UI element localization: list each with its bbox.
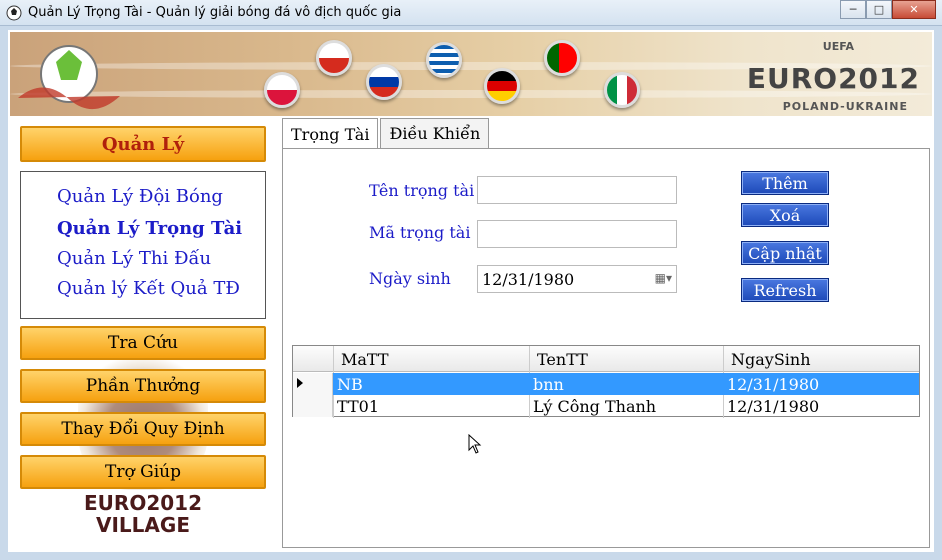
add-button[interactable]: Thêm [741,171,829,195]
update-button[interactable]: Cập nhật [741,241,829,265]
mouse-cursor-icon [468,434,482,454]
column-header-ngaysinh[interactable]: NgaySinh [731,350,811,369]
nav-header-quan-ly[interactable]: Quản Lý [20,126,266,162]
title-bar: Quản Lý Trọng Tài - Quản lý giải bóng đá… [0,0,942,26]
tra-cuu-button[interactable]: Tra Cứu [20,326,266,360]
column-header-tentt[interactable]: TenTT [537,350,588,369]
referee-name-input[interactable] [477,176,677,204]
tro-giup-button[interactable]: Trợ Giúp [20,455,266,489]
euro-village-logo: EURO2012 VILLAGE [78,492,208,544]
delete-button[interactable]: Xoá [741,203,829,227]
minimize-button[interactable]: ─ [840,0,866,19]
tab-trong-tai[interactable]: Trọng Tài [282,118,379,149]
village-line1: EURO2012 [84,491,202,515]
client-area: UEFA EURO2012 POLAND-UKRAINE Quản Lý Quả… [8,30,934,552]
portugal-flag-icon [544,40,580,76]
czech-flag-icon [316,40,352,76]
referee-tab-panel: Tên trọng tài Mã trọng tài Ngày sinh 12/… [282,148,930,548]
row-header[interactable] [293,373,333,395]
table-row[interactable]: TT01 Lý Công Thanh 12/31/1980 [333,395,919,417]
dob-label: Ngày sinh [369,269,451,288]
current-row-arrow-icon [297,378,303,388]
nav-links-box: Quản Lý Đội Bóng Quản Lý Trọng Tài Quản … [20,171,266,319]
app-icon [6,5,22,21]
column-header-matt[interactable]: MaTT [341,350,389,369]
thay-doi-quy-dinh-button[interactable]: Thay Đổi Quy Định [20,412,266,446]
cell-tentt[interactable]: bnn [533,375,564,394]
cell-matt[interactable]: NB [337,375,363,394]
dob-value: 12/31/1980 [482,270,575,289]
name-label: Tên trọng tài [369,181,475,200]
village-line2: VILLAGE [96,513,190,537]
cell-matt[interactable]: TT01 [337,397,379,416]
tab-strip: Trọng Tài Điều Khiển [282,118,491,149]
calendar-dropdown-icon[interactable]: ▦▾ [655,271,672,285]
germany-flag-icon [484,68,520,104]
window-frame: UEFA EURO2012 POLAND-UKRAINE Quản Lý Quả… [0,26,942,560]
italy-flag-icon [604,72,640,108]
dob-date-picker[interactable]: 12/31/1980 ▦▾ [477,265,677,293]
host-countries-label: POLAND-UKRAINE [782,100,908,113]
grid-header: MaTT TenTT NgaySinh [293,346,919,372]
euro-trophy-logo [18,45,120,110]
tab-dieu-khien[interactable]: Điều Khiển [380,118,490,148]
maximize-button[interactable]: □ [866,0,892,19]
uefa-label: UEFA [822,40,854,53]
nav-link-ket-qua[interactable]: Quản lý Kết Quả TĐ [57,278,240,299]
phan-thuong-button[interactable]: Phần Thưởng [20,369,266,403]
id-label: Mã trọng tài [369,223,471,242]
refresh-button[interactable]: Refresh [741,278,829,302]
row-header[interactable] [293,395,333,417]
cell-ngaysinh[interactable]: 12/31/1980 [727,397,819,416]
poland-flag-icon [264,72,300,108]
close-button[interactable]: ✕ [892,0,936,19]
nav-link-thi-dau[interactable]: Quản Lý Thi Đấu [57,248,211,269]
referee-id-input[interactable] [477,220,677,248]
nav-link-trong-tai[interactable]: Quản Lý Trọng Tài [57,218,242,239]
euro-banner: UEFA EURO2012 POLAND-UKRAINE [10,32,932,116]
table-row[interactable]: NB bnn 12/31/1980 [333,373,919,395]
cell-ngaysinh[interactable]: 12/31/1980 [727,375,819,394]
greece-flag-icon [426,42,462,78]
russia-flag-icon [366,64,402,100]
cell-tentt[interactable]: Lý Công Thanh [533,397,656,416]
nav-link-doi-bong[interactable]: Quản Lý Đội Bóng [57,186,223,207]
referee-data-grid[interactable]: MaTT TenTT NgaySinh NB bnn 12/31/1980 TT… [292,345,920,418]
euro-2012-logo: EURO2012 [746,62,920,95]
window-title: Quản Lý Trọng Tài - Quản lý giải bóng đá… [28,5,402,20]
